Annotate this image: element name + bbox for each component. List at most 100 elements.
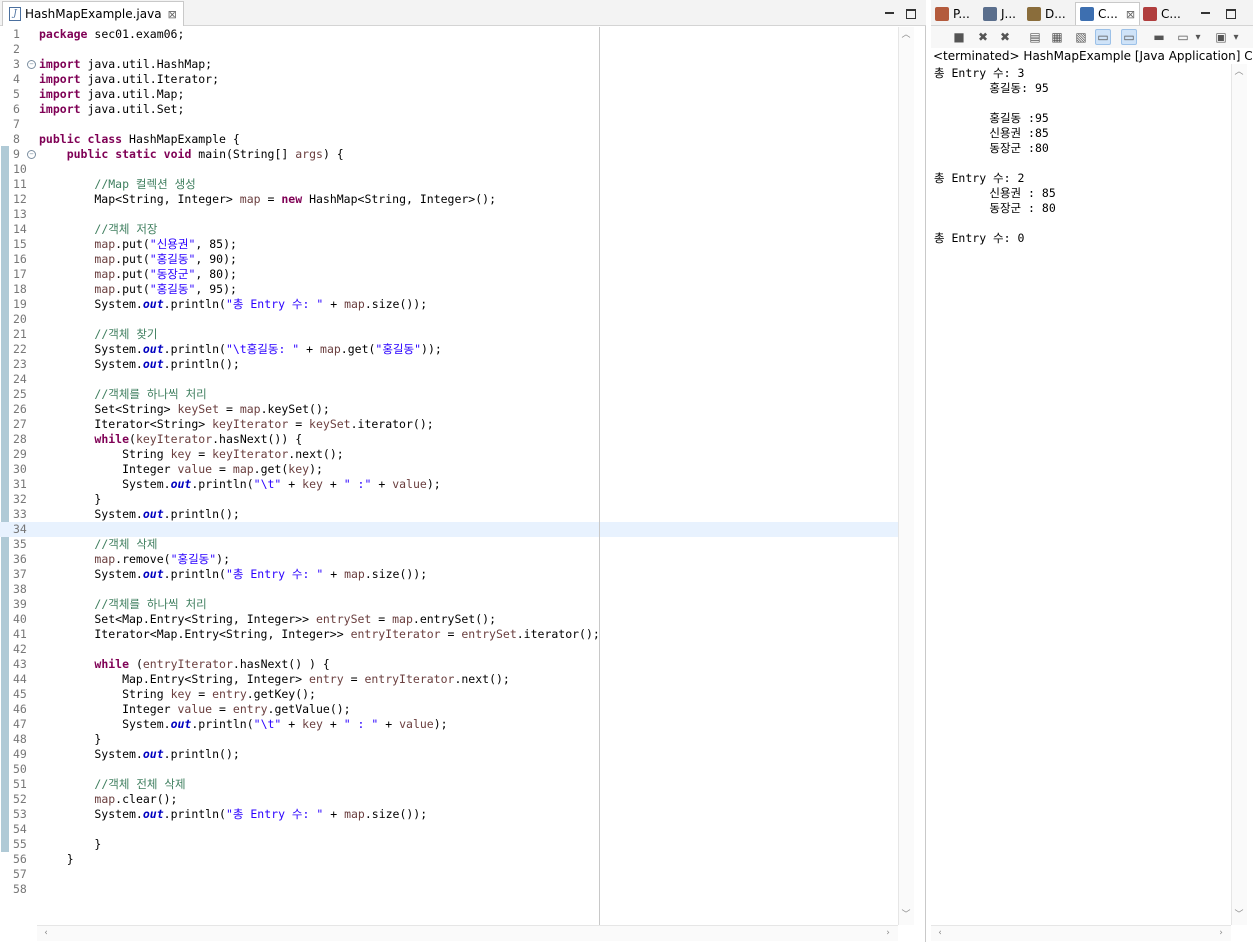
maximize-icon[interactable] [903,5,919,21]
display-console-dropdown-icon[interactable]: ▾ [1193,29,1203,45]
fold-collapse-icon[interactable]: − [27,60,36,69]
scroll-up-icon[interactable]: ︿ [1233,66,1245,78]
code-line[interactable]: 19 System.out.println("총 Entry 수: " + ma… [0,297,898,312]
code-line[interactable]: 4 import java.util.Iterator; [0,72,898,87]
display-console-icon[interactable]: ▭ [1175,29,1191,45]
remove-all-terminated-icon[interactable]: ✖ [997,29,1013,45]
editor-vertical-scrollbar[interactable]: ︿ ﹀ [898,27,914,925]
code-line[interactable]: 45 String key = entry.getKey(); [0,687,898,702]
code-line[interactable]: 11 //Map 컬렉션 생성 [0,177,898,192]
open-console-dropdown-icon[interactable]: ▾ [1231,29,1241,45]
code-line[interactable]: 22 System.out.println("\t홍길동: " + map.ge… [0,342,898,357]
code-line[interactable]: 52 map.clear(); [0,792,898,807]
console-vertical-scrollbar[interactable]: ︿ ﹀ [1231,64,1247,925]
scroll-down-icon[interactable]: ﹀ [1233,909,1245,921]
code-line[interactable]: 6 import java.util.Set; [0,102,898,117]
code-line[interactable]: 15 map.put("신용권", 85); [0,237,898,252]
code-line[interactable]: 53 System.out.println("총 Entry 수: " + ma… [0,807,898,822]
scroll-left-icon[interactable]: ‹ [934,927,946,939]
code-area[interactable]: 1 package sec01.exam06; 2 3− import java.uti… [0,27,898,925]
code-line[interactable]: 47 System.out.println("\t" + key + " : "… [0,717,898,732]
terminate-icon[interactable]: ■ [951,29,967,45]
show-on-stderr-icon[interactable]: ▭ [1121,29,1137,45]
code-line[interactable]: 16 map.put("홍길동", 90); [0,252,898,267]
code-line[interactable]: 14 //객체 저장 [0,222,898,237]
code-line[interactable]: 48 } [0,732,898,747]
code-line[interactable]: 26 Set<String> keySet = map.keySet(); [0,402,898,417]
code-line[interactable]: 21 //객체 찾기 [0,327,898,342]
close-tab-icon[interactable]: ⊠ [168,8,177,21]
code-line[interactable]: 13 [0,207,898,222]
view-tab[interactable]: P... [935,2,970,25]
code-line[interactable]: 28 while(keyIterator.hasNext()) { [0,432,898,447]
console-horizontal-scrollbar[interactable]: ‹ › [931,925,1231,941]
scroll-right-icon[interactable]: › [882,927,894,939]
code-line[interactable]: 8 public class HashMapExample { [0,132,898,147]
code-line[interactable]: 56 } [0,852,898,867]
code-line[interactable]: 5 import java.util.Map; [0,87,898,102]
code-line[interactable]: 51 //객체 전체 삭제 [0,777,898,792]
code-line[interactable]: 55 } [0,837,898,852]
code-line[interactable]: 30 Integer value = map.get(key); [0,462,898,477]
open-console-icon[interactable]: ▣ [1213,29,1229,45]
code-line[interactable]: 44 Map.Entry<String, Integer> entry = en… [0,672,898,687]
code-line[interactable]: 31 System.out.println("\t" + key + " :" … [0,477,898,492]
code-line[interactable]: 49 System.out.println(); [0,747,898,762]
console-output[interactable]: 총 Entry 수: 3 홍길동: 95 홍길동 :95 신용권 :85 동장군… [931,64,1231,925]
code-line[interactable]: 29 String key = keyIterator.next(); [0,447,898,462]
code-line[interactable]: 50 [0,762,898,777]
code-line[interactable]: 43 while (entryIterator.hasNext() ) { [0,657,898,672]
code-line[interactable]: 25 //객체를 하나씩 처리 [0,387,898,402]
code-line[interactable]: 33 System.out.println(); [0,507,898,522]
code-line[interactable]: 57 [0,867,898,882]
tab-hashmapexample-java[interactable]: J HashMapExample.java ⊠ [2,1,184,26]
scroll-right-icon[interactable]: › [1215,927,1227,939]
code-line[interactable]: 10 [0,162,898,177]
scroll-down-icon[interactable]: ﹀ [900,909,912,921]
code-line[interactable]: 7 [0,117,898,132]
view-tab[interactable]: C... ⊠ [1075,2,1141,25]
fold-collapse-icon[interactable]: − [27,150,36,159]
code-line[interactable]: 32 } [0,492,898,507]
code-line[interactable]: 54 [0,822,898,837]
code-line[interactable]: 24 [0,372,898,387]
code-line[interactable]: 37 System.out.println("총 Entry 수: " + ma… [0,567,898,582]
view-tab[interactable]: J... [983,2,1016,25]
code-line[interactable]: 42 [0,642,898,657]
minimize-icon[interactable] [881,5,897,21]
code-line[interactable]: 20 [0,312,898,327]
code-line[interactable]: 38 [0,582,898,597]
clear-console-icon[interactable]: ▤ [1027,29,1043,45]
minimize-icon[interactable] [1197,5,1213,21]
word-wrap-icon[interactable]: ▧ [1073,29,1089,45]
code-line[interactable]: 36 map.remove("홍길동"); [0,552,898,567]
remove-launch-icon[interactable]: ✖ [975,29,991,45]
code-line[interactable]: 3− import java.util.HashMap; [0,57,898,72]
code-line[interactable]: 27 Iterator<String> keyIterator = keySet… [0,417,898,432]
code-line[interactable]: 40 Set<Map.Entry<String, Integer>> entry… [0,612,898,627]
line-number: 2 [13,42,20,56]
code-line[interactable]: 39 //객체를 하나씩 처리 [0,597,898,612]
scroll-lock-icon[interactable]: ▦ [1049,29,1065,45]
code-line[interactable]: 58 [0,882,898,897]
code-line[interactable]: 41 Iterator<Map.Entry<String, Integer>> … [0,627,898,642]
show-on-stdout-icon[interactable]: ▭ [1095,29,1111,45]
close-view-icon[interactable]: ⊠ [1126,8,1135,21]
scroll-left-icon[interactable]: ‹ [40,927,52,939]
editor-horizontal-scrollbar[interactable]: ‹ › [37,925,898,941]
code-line[interactable]: 18 map.put("홍길동", 95); [0,282,898,297]
scroll-up-icon[interactable]: ︿ [900,29,912,41]
code-line[interactable]: 12 Map<String, Integer> map = new HashMa… [0,192,898,207]
code-line[interactable]: 46 Integer value = entry.getValue(); [0,702,898,717]
pin-console-icon[interactable]: ▬ [1151,29,1167,45]
code-line[interactable]: 34 [0,522,898,537]
code-line[interactable]: 9− public static void main(String[] args… [0,147,898,162]
maximize-icon[interactable] [1223,5,1239,21]
code-line[interactable]: 17 map.put("동장군", 80); [0,267,898,282]
view-tab[interactable]: C... [1143,2,1181,25]
code-line[interactable]: 35 //객체 삭제 [0,537,898,552]
code-line[interactable]: 23 System.out.println(); [0,357,898,372]
code-line[interactable]: 1 package sec01.exam06; [0,27,898,42]
view-tab[interactable]: D... [1027,2,1066,25]
code-line[interactable]: 2 [0,42,898,57]
